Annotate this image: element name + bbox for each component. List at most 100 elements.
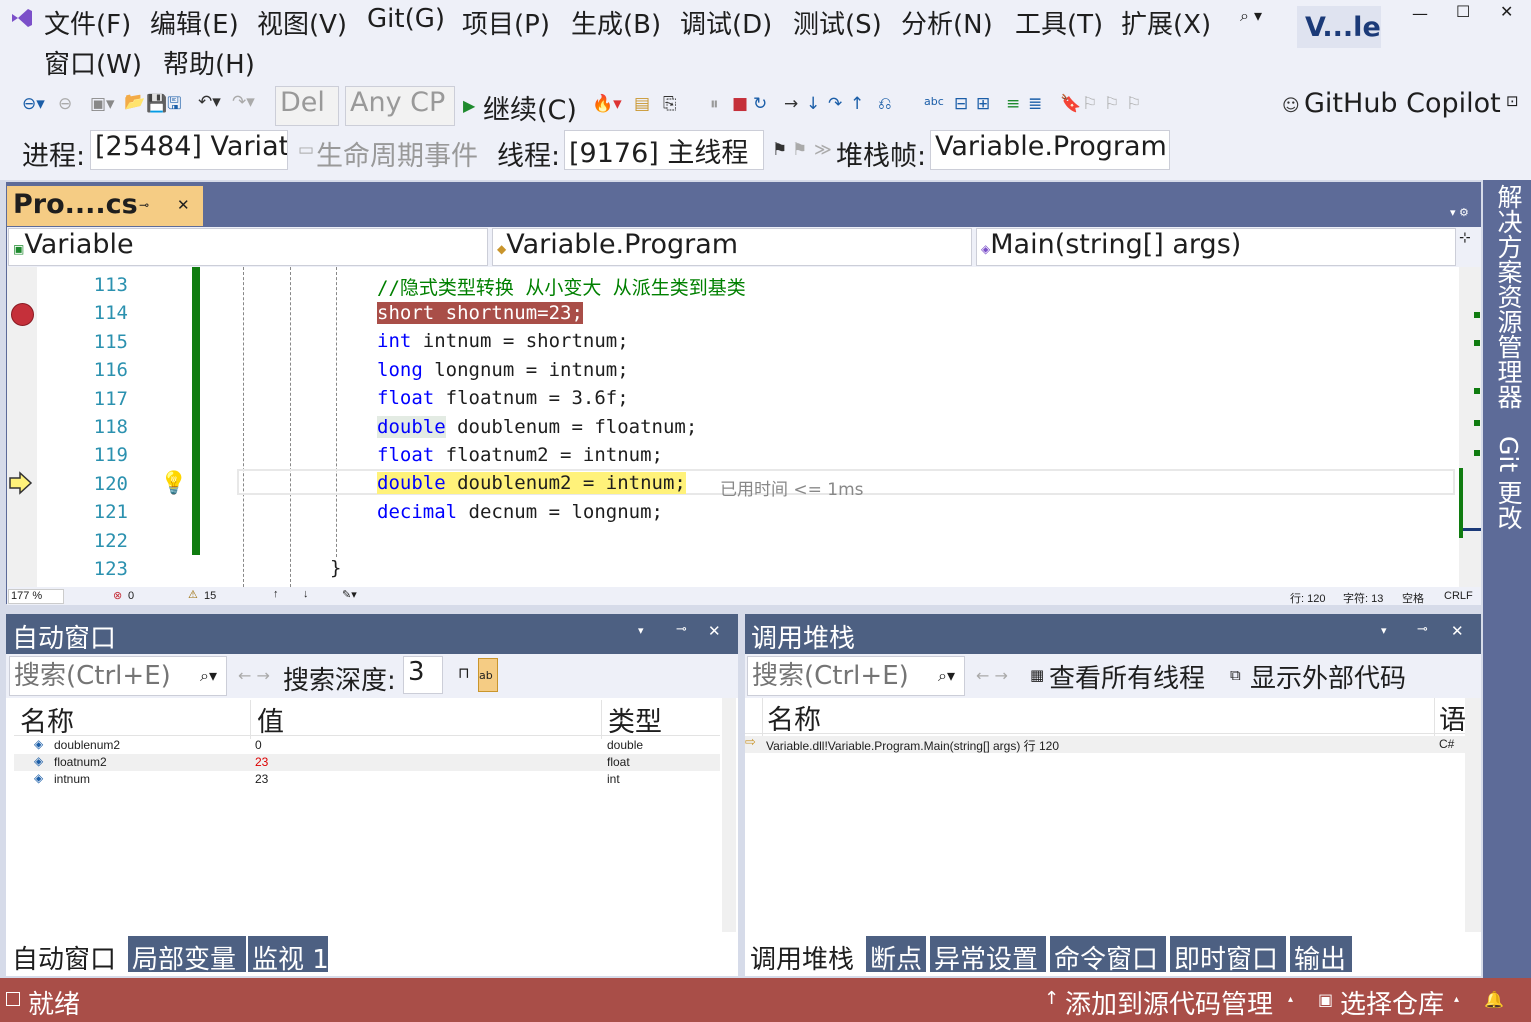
menu-item-7[interactable]: 测试(S) — [793, 4, 882, 41]
browser-link-icon[interactable]: ▤ — [634, 96, 650, 113]
callstack-tab-4[interactable]: 即时窗口 — [1170, 936, 1286, 975]
pause-icon[interactable]: ⏸ — [710, 96, 719, 113]
menu-item-4[interactable]: 项目(P) — [462, 4, 550, 41]
next-bookmark-icon[interactable]: ⚐ — [1104, 96, 1119, 113]
menu-item-2[interactable]: 视图(V) — [257, 4, 347, 41]
close-tab-icon[interactable]: ✕ — [177, 196, 190, 214]
close-window-button[interactable]: ✕ — [1500, 2, 1513, 21]
side-tab-git-changes[interactable]: Git 更改 — [1490, 436, 1526, 530]
add-source-control-icon[interactable]: ↑ — [1044, 988, 1059, 1009]
code-editor[interactable] — [7, 267, 1459, 587]
next-issue-icon[interactable]: ↓ — [303, 588, 309, 600]
menu-item-3[interactable]: Git(G) — [367, 4, 445, 34]
show-external-code-button[interactable]: 显示外部代码 — [1250, 658, 1406, 695]
editor-tab[interactable]: Pro....cs ⊸ ✕ — [7, 186, 203, 226]
whitespace-indicator[interactable]: 空格 — [1402, 590, 1424, 606]
pin-icon[interactable]: ⊸ — [139, 198, 149, 212]
forward-icon[interactable]: ⊖ — [58, 96, 72, 113]
hex-icon[interactable]: ⎌ — [878, 96, 892, 113]
variable-value[interactable]: 23 — [255, 772, 268, 786]
menu-item-0[interactable]: 文件(F) — [44, 4, 131, 41]
show-next-statement-icon[interactable]: → — [784, 96, 798, 113]
nav-member-dropdown[interactable]: ◈Main(string[] args) — [976, 228, 1456, 266]
autos-tab-1[interactable]: 局部变量 — [128, 936, 246, 975]
table-row[interactable]: ◈ floatnum2 23 float — [14, 754, 720, 771]
process-dropdown[interactable]: [25484] Variat — [90, 130, 288, 170]
external-code-icon[interactable]: ⧉ — [1230, 666, 1241, 684]
add-source-control-button[interactable]: 添加到源代码管理 — [1065, 984, 1273, 1021]
menu-item-1[interactable]: 编辑(E) — [150, 4, 239, 41]
tab-overflow-icon[interactable]: ▾ ⚙ — [1450, 206, 1469, 219]
clear-bookmark-icon[interactable]: ⚐ — [1126, 96, 1141, 113]
callstack-search-icon[interactable]: ⌕▾ — [938, 666, 955, 686]
autos-scrollbar[interactable] — [722, 698, 736, 932]
autos-close-icon[interactable]: ✕ — [708, 622, 721, 640]
callstack-tab-1[interactable]: 断点 — [866, 936, 926, 975]
warning-count[interactable]: 15 — [204, 590, 216, 602]
autos-col-name[interactable]: 名称 — [20, 700, 74, 739]
add-source-arrow-icon[interactable]: ▴ — [1288, 994, 1293, 1005]
autos-back-icon[interactable]: ← → — [238, 666, 270, 685]
indent-icon[interactable]: ≡ — [1006, 96, 1020, 113]
callstack-search-input[interactable] — [747, 656, 965, 696]
new-project-icon[interactable]: ▣▾ — [90, 96, 115, 113]
hot-reload-icon[interactable]: 🔥▾ — [592, 96, 622, 113]
scroll-thumb[interactable] — [1463, 528, 1481, 531]
menu-item-10[interactable]: 扩展(X) — [1121, 4, 1211, 41]
comment-icon[interactable]: ⊟ — [954, 96, 968, 113]
split-editor-icon[interactable]: ⊹ — [1459, 230, 1471, 246]
search-icon[interactable]: ⌕ ▾ — [1240, 6, 1262, 26]
warning-icon[interactable]: ⚠ — [188, 588, 198, 601]
callstack-close-icon[interactable]: ✕ — [1451, 622, 1464, 640]
spell-icon[interactable]: abc — [924, 96, 944, 107]
back-icon[interactable]: ⊖▾ — [22, 96, 45, 113]
copilot-icon[interactable]: ☺ — [1282, 98, 1300, 115]
stack-frame-dropdown[interactable]: Variable.Program — [930, 130, 1170, 170]
zoom-dropdown[interactable]: 177 % — [8, 589, 64, 604]
callstack-tab-0[interactable]: 调用堆栈 — [746, 936, 862, 975]
notification-bell-icon[interactable]: 🔔 — [1484, 990, 1504, 1009]
table-row[interactable]: ◈ doublenum2 0 double — [14, 737, 720, 754]
callstack-col-name[interactable]: 名称 — [762, 698, 821, 737]
autos-col-type[interactable]: 类型 — [601, 700, 662, 739]
menu-item-row2-1[interactable]: 帮助(H) — [163, 44, 255, 81]
flag-thread-icon[interactable]: ⚑ — [772, 142, 787, 159]
search-depth-dropdown[interactable]: 3 — [403, 656, 443, 694]
lifecycle-events[interactable]: 生命周期事件 — [316, 134, 478, 173]
outdent-icon[interactable]: ≣ — [1028, 96, 1042, 113]
error-icon[interactable]: ⊗ — [113, 589, 122, 602]
repo-icon[interactable]: ▣ — [1318, 990, 1333, 1009]
hex-display-icon[interactable]: ab — [478, 658, 498, 692]
step-out-icon[interactable]: ↑ — [850, 96, 864, 113]
pin-source-icon[interactable]: ⊓ — [458, 664, 470, 682]
flag-icon[interactable]: ⚑ — [792, 142, 807, 159]
select-repo-button[interactable]: 选择仓库 — [1340, 984, 1444, 1021]
callstack-col-lang[interactable]: 语 — [1434, 698, 1466, 737]
nav-project-dropdown[interactable]: ▣Variable — [8, 228, 488, 266]
autos-search-icon[interactable]: ⌕▾ — [200, 666, 217, 686]
stop-icon[interactable]: ■ — [732, 96, 748, 113]
redo-icon[interactable]: ↷▾ — [232, 94, 255, 111]
menu-item-5[interactable]: 生成(B) — [571, 4, 661, 41]
eol-indicator[interactable]: CRLF — [1444, 590, 1473, 602]
continue-play-icon[interactable]: ▶ — [463, 96, 475, 115]
menu-item-6[interactable]: 调试(D) — [680, 4, 772, 41]
variable-value[interactable]: 23 — [255, 755, 268, 769]
autos-tab-0[interactable]: 自动窗口 — [8, 936, 126, 975]
config-dropdown[interactable]: Del — [275, 86, 339, 126]
menu-item-9[interactable]: 工具(T) — [1015, 4, 1103, 41]
nav-class-dropdown[interactable]: ◆Variable.Program — [492, 228, 972, 266]
table-row[interactable]: ⇨ Variable.dll!Variable.Program.Main(stri… — [745, 735, 1465, 753]
error-count[interactable]: 0 — [128, 590, 134, 602]
menu-item-row2-0[interactable]: 窗口(W) — [44, 44, 142, 81]
lifecycle-icon[interactable]: ▭ — [298, 142, 314, 159]
callstack-pin-icon[interactable]: ⊸ — [1417, 622, 1428, 637]
select-repo-arrow-icon[interactable]: ▴ — [1454, 994, 1459, 1005]
maximize-panel-icon[interactable]: ⊡ — [1506, 92, 1519, 110]
menu-item-8[interactable]: 分析(N) — [901, 4, 993, 41]
line-indicator[interactable]: 行: 120 — [1290, 590, 1325, 606]
save-all-icon[interactable]: 🖫 — [167, 96, 181, 113]
autos-options-icon[interactable]: ▾ — [638, 624, 644, 637]
variable-value[interactable]: 0 — [255, 738, 262, 752]
breakpoint-icon[interactable] — [11, 303, 34, 326]
